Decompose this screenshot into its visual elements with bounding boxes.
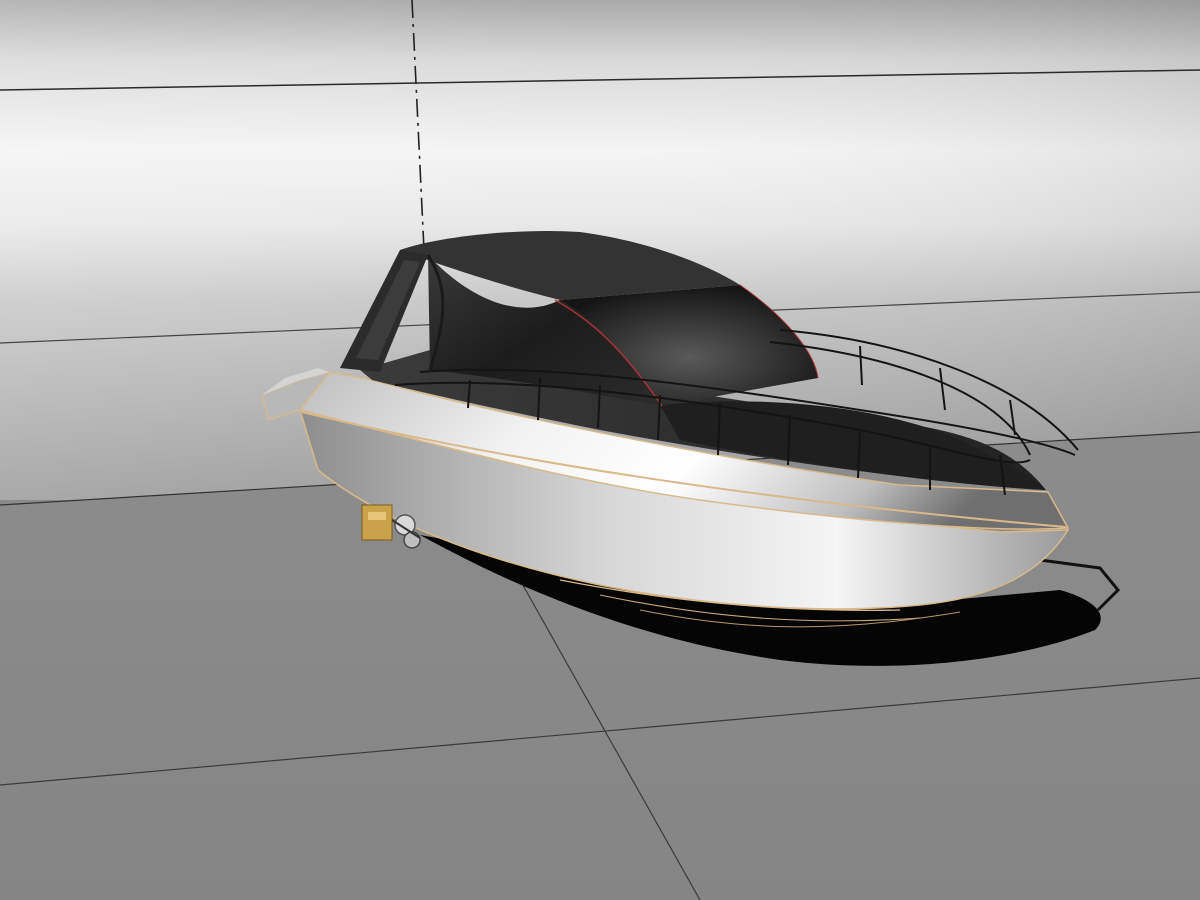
- scene-canvas[interactable]: [0, 0, 1200, 900]
- render-viewport[interactable]: [0, 0, 1200, 900]
